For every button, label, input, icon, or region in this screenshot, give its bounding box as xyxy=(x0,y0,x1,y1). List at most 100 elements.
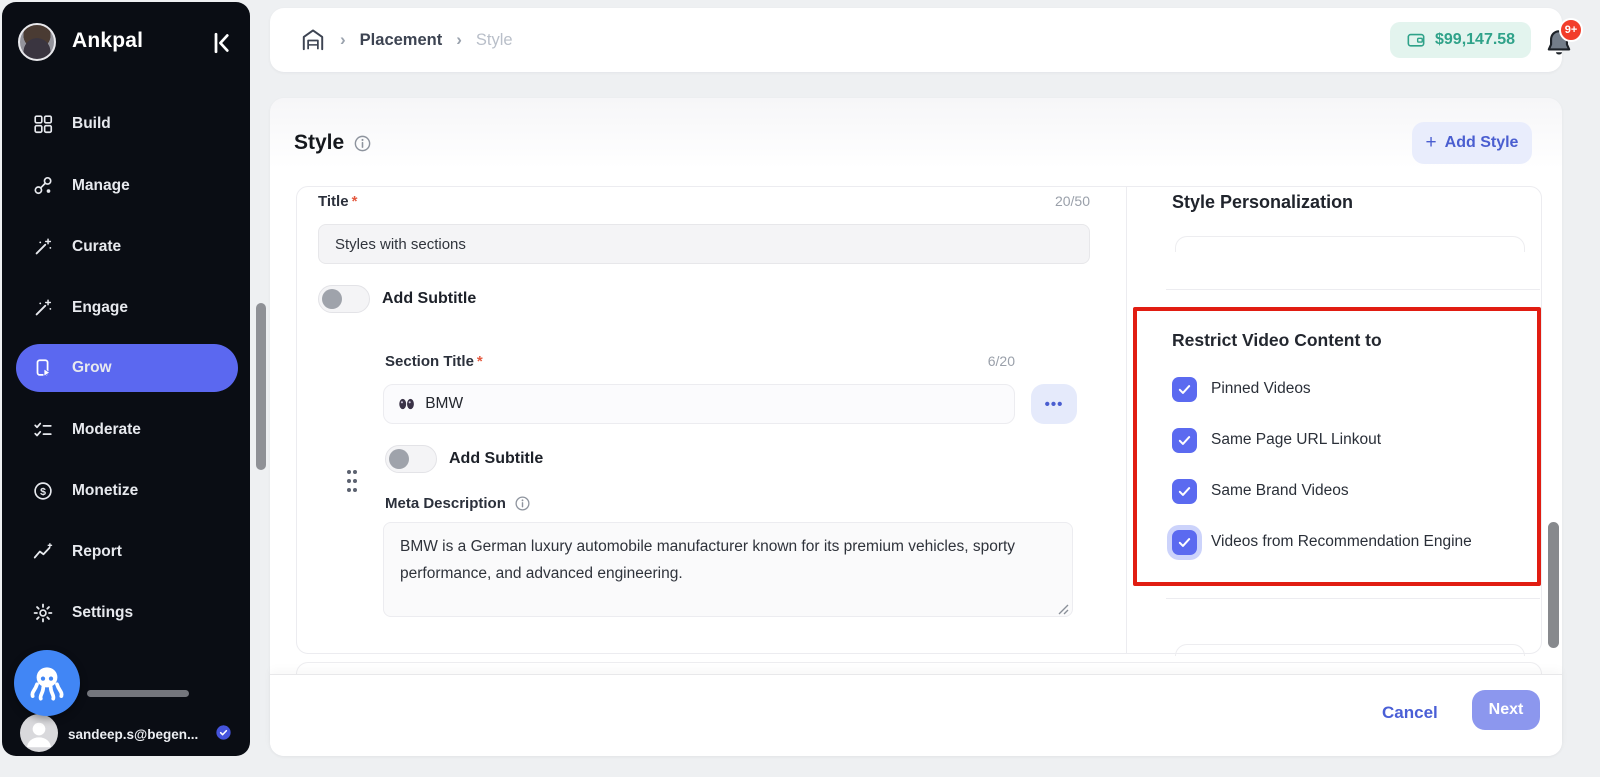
notifications-button[interactable]: 9+ xyxy=(1542,22,1586,62)
section-divider xyxy=(1166,289,1540,290)
toggle-knob xyxy=(322,289,342,309)
add-subtitle-toggle[interactable] xyxy=(318,285,370,313)
personalization-card-edge xyxy=(1175,236,1525,252)
breadcrumb-separator: › xyxy=(456,30,462,50)
next-section-card-edge xyxy=(296,662,1542,674)
notification-count-badge: 9+ xyxy=(1559,18,1583,42)
sidebar-item-manage[interactable]: Manage xyxy=(16,166,238,206)
sidebar-horizontal-scrollbar[interactable] xyxy=(87,690,189,697)
sidebar-item-label: Settings xyxy=(72,604,133,622)
workspace-avatar[interactable] xyxy=(18,23,56,61)
toggle-knob xyxy=(389,449,409,469)
title-input[interactable] xyxy=(318,224,1090,264)
title-char-counter: 20/50 xyxy=(1000,193,1090,209)
sidebar-item-moderate[interactable]: Moderate xyxy=(16,410,238,450)
user-email: sandeep.s@begen... xyxy=(68,727,198,742)
grid-icon xyxy=(32,113,54,135)
collapse-sidebar-button[interactable] xyxy=(206,28,236,58)
workspace-name: Ankpal xyxy=(72,29,143,53)
section-title-input-wrap xyxy=(383,384,1015,424)
wand-icon xyxy=(32,297,54,319)
octopus-icon xyxy=(27,663,67,703)
app-root: Ankpal Build xyxy=(0,0,1600,777)
meta-description-label: Meta Description xyxy=(385,495,531,512)
section-char-counter: 6/20 xyxy=(935,353,1015,369)
sidebar-item-label: Moderate xyxy=(72,421,141,439)
sidebar-item-engage[interactable]: Engage xyxy=(16,288,238,328)
trend-icon xyxy=(32,541,54,563)
section-add-subtitle-label: Add Subtitle xyxy=(449,450,543,468)
restrict-video-heading: Restrict Video Content to xyxy=(1172,330,1382,351)
breadcrumb-placement[interactable]: Placement xyxy=(360,31,443,50)
assistant-widget-button[interactable] xyxy=(14,650,80,716)
nodes-icon xyxy=(32,175,54,197)
add-style-button[interactable]: + Add Style xyxy=(1412,122,1532,164)
section-options-button[interactable]: ••• xyxy=(1031,384,1077,424)
breadcrumb: › Placement › Style xyxy=(300,8,513,72)
section-title-input[interactable] xyxy=(425,395,1000,413)
eyes-emoji-icon xyxy=(398,397,415,411)
gear-icon xyxy=(32,602,54,624)
sidebar-item-label: Monetize xyxy=(72,482,138,500)
option-label: Same Brand Videos xyxy=(1211,482,1349,500)
wand-icon xyxy=(32,236,54,258)
page-title: Style xyxy=(294,131,372,155)
person-icon xyxy=(20,714,58,752)
sidebar: Ankpal Build xyxy=(2,2,250,756)
user-avatar xyxy=(20,714,58,752)
wallet-amount: $99,147.58 xyxy=(1435,31,1515,49)
verified-badge-icon xyxy=(214,723,233,747)
panel-divider xyxy=(1126,187,1127,653)
checkbox-checked-icon[interactable] xyxy=(1172,428,1197,453)
breadcrumb-style: Style xyxy=(476,31,513,50)
checkbox-checked-icon[interactable] xyxy=(1172,377,1197,402)
sidebar-item-label: Report xyxy=(72,543,122,561)
wallet-balance-badge[interactable]: $99,147.58 xyxy=(1390,22,1531,58)
option-label: Videos from Recommendation Engine xyxy=(1211,533,1472,551)
option-label: Pinned Videos xyxy=(1211,380,1311,398)
sidebar-item-label: Curate xyxy=(72,238,121,256)
meta-description-textarea[interactable]: BMW is a German luxury automobile manufa… xyxy=(383,522,1073,617)
dollar-circle-icon: $ xyxy=(32,480,54,502)
sidebar-item-curate[interactable]: Curate xyxy=(16,227,238,267)
sidebar-item-label: Manage xyxy=(72,177,130,195)
add-subtitle-label: Add Subtitle xyxy=(382,290,476,308)
sidebar-item-settings[interactable]: Settings xyxy=(16,593,238,633)
option-videos-from-recommendation-engine[interactable]: Videos from Recommendation Engine xyxy=(1172,529,1472,555)
collapse-icon xyxy=(206,28,236,58)
info-icon[interactable] xyxy=(353,134,372,153)
style-personalization-title: Style Personalization xyxy=(1172,192,1353,213)
sidebar-item-report[interactable]: Report xyxy=(16,532,238,572)
checkbox-checked-icon[interactable] xyxy=(1172,530,1197,555)
sidebar-header: Ankpal xyxy=(2,2,250,82)
info-icon[interactable] xyxy=(514,495,531,512)
personalization-card-edge xyxy=(1175,644,1525,656)
content-vertical-scrollbar[interactable] xyxy=(256,303,266,470)
sidebar-item-build[interactable]: Build xyxy=(16,104,238,144)
sidebar-item-label: Engage xyxy=(72,299,128,317)
sidebar-item-monetize[interactable]: $ Monetize xyxy=(16,471,238,511)
sidebar-item-grow[interactable]: Grow xyxy=(16,344,238,392)
svg-text:$: $ xyxy=(40,486,46,498)
option-same-page-url-linkout[interactable]: Same Page URL Linkout xyxy=(1172,427,1381,453)
cancel-button[interactable]: Cancel xyxy=(1368,693,1452,733)
wallet-icon xyxy=(1406,30,1426,50)
drag-handle-icon[interactable] xyxy=(344,468,360,499)
next-button[interactable]: Next xyxy=(1472,690,1540,730)
option-same-brand-videos[interactable]: Same Brand Videos xyxy=(1172,478,1349,504)
home-icon[interactable] xyxy=(300,27,326,53)
topbar: › Placement › Style $99,147.58 9+ xyxy=(270,8,1562,72)
textarea-resize-handle[interactable] xyxy=(1058,602,1069,620)
checklist-icon xyxy=(32,419,54,441)
breadcrumb-separator: › xyxy=(340,30,346,50)
option-pinned-videos[interactable]: Pinned Videos xyxy=(1172,376,1311,402)
section-title-field-label: Section Title* xyxy=(385,353,483,370)
plus-icon: + xyxy=(1426,132,1437,154)
form-footer: Cancel Next xyxy=(270,674,1562,756)
sidebar-item-label: Build xyxy=(72,115,111,133)
section-divider xyxy=(1166,598,1540,599)
checkbox-checked-icon[interactable] xyxy=(1172,479,1197,504)
option-label: Same Page URL Linkout xyxy=(1211,431,1381,449)
personalization-scrollbar[interactable] xyxy=(1548,522,1559,648)
section-add-subtitle-toggle[interactable] xyxy=(385,445,437,473)
